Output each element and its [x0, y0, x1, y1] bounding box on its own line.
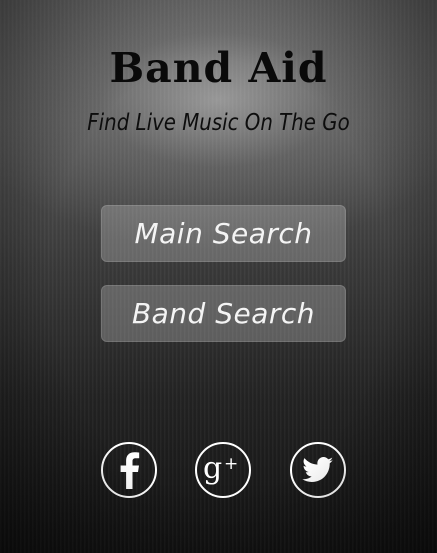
band-search-label: Band Search: [131, 297, 316, 330]
main-search-label: Main Search: [134, 217, 313, 250]
app-title: Band Aid: [109, 44, 328, 92]
twitter-button[interactable]: [290, 442, 346, 498]
main-search-button[interactable]: Main Search: [101, 205, 346, 262]
twitter-icon: [302, 457, 334, 482]
google-plus-icon: g +: [203, 452, 238, 486]
band-search-button[interactable]: Band Search: [101, 285, 346, 342]
google-plus-button[interactable]: g +: [195, 442, 251, 498]
facebook-icon: [120, 452, 140, 489]
svg-text:g: g: [203, 452, 222, 486]
facebook-button[interactable]: [101, 442, 157, 498]
svg-text:+: +: [224, 454, 238, 474]
app-tagline: Find Live Music On The Go: [87, 110, 350, 136]
home-screen: Band Aid Find Live Music On The Go Main …: [0, 0, 437, 553]
